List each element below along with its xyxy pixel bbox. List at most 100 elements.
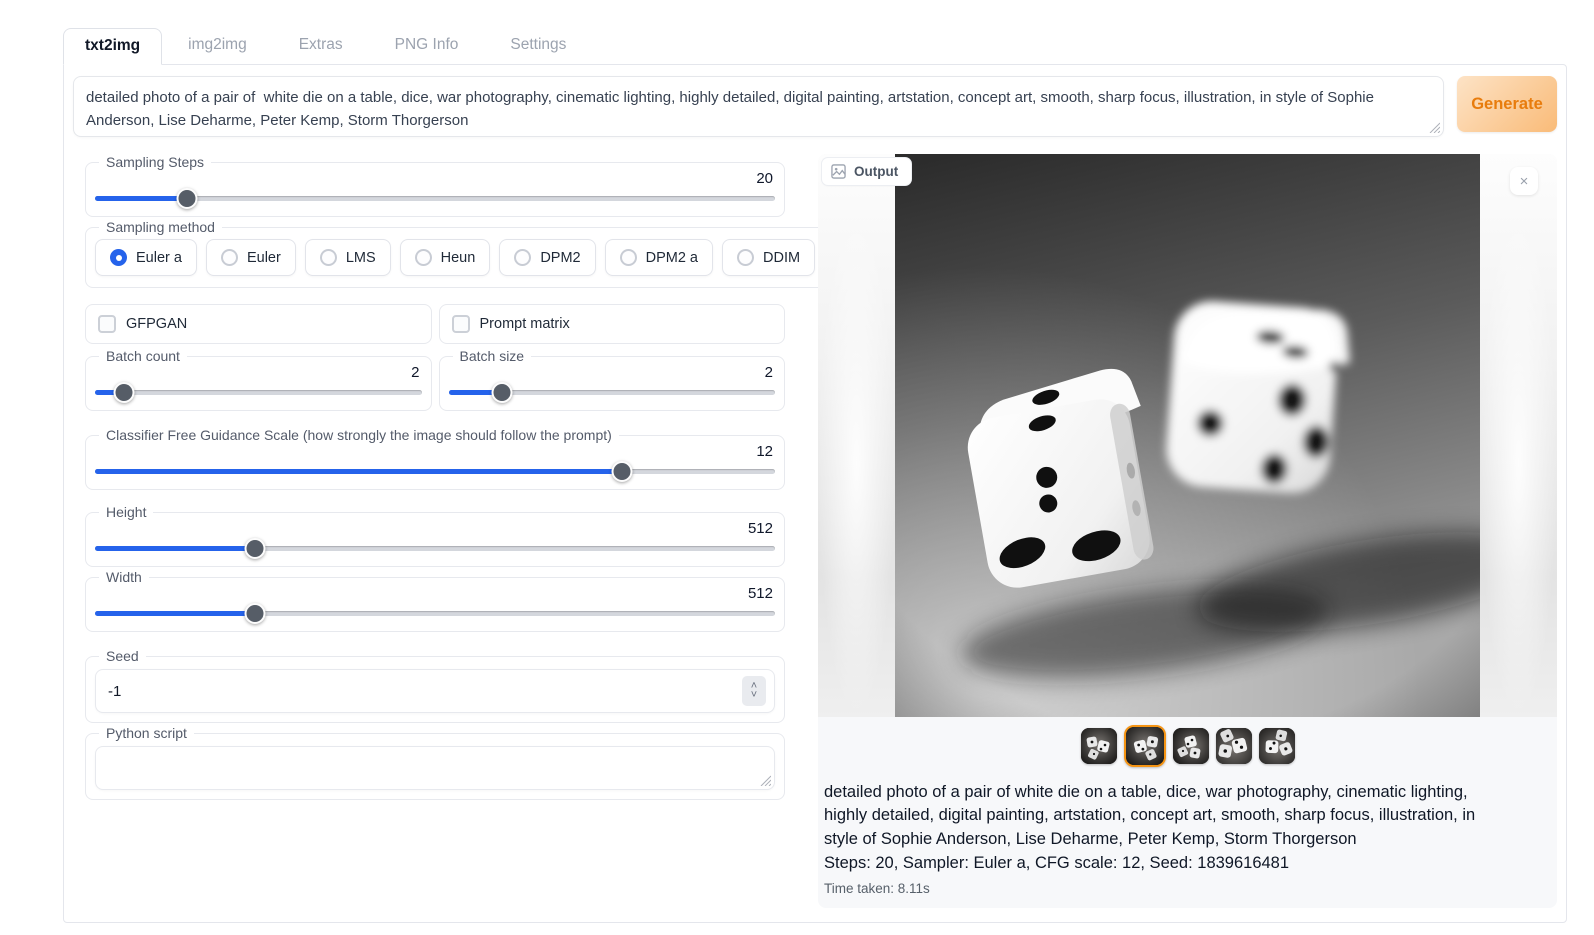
checkbox-label: GFPGAN (126, 316, 187, 332)
radio-icon (110, 249, 127, 266)
controls-column: Sampling Steps 20 Sampling method Euler … (73, 154, 797, 800)
tab-extras[interactable]: Extras (273, 28, 369, 64)
slider-handle[interactable] (612, 461, 633, 482)
width-slider[interactable] (95, 604, 775, 622)
checkbox-label: Prompt matrix (480, 316, 570, 332)
tab-png-info[interactable]: PNG Info (369, 28, 485, 64)
tab-bar: txt2img img2img Extras PNG Info Settings (63, 28, 1567, 64)
radio-dpm2-a[interactable]: DPM2 a (605, 239, 713, 276)
slider-handle[interactable] (244, 538, 265, 559)
stage-blur-right (1480, 154, 1557, 717)
prompt-input[interactable]: detailed photo of a pair of white die on… (74, 77, 1443, 131)
radio-label: DPM2 a (646, 250, 698, 266)
height-label: Height (99, 504, 153, 520)
radio-dpm2[interactable]: DPM2 (499, 239, 595, 276)
main-row: Sampling Steps 20 Sampling method Euler … (73, 154, 1557, 908)
radio-label: Euler (247, 250, 281, 266)
cfg-scale-group: Classifier Free Guidance Scale (how stro… (85, 427, 785, 490)
sampling-steps-slider[interactable] (95, 189, 775, 207)
toggles-row: GFPGAN Prompt matrix (85, 304, 785, 344)
radio-heun[interactable]: Heun (400, 239, 491, 276)
sampling-steps-group: Sampling Steps 20 (85, 154, 785, 217)
radio-icon (320, 249, 337, 266)
batch-count-group: Batch count 2 (85, 348, 432, 411)
gallery-thumbnail[interactable] (1081, 728, 1117, 764)
radio-label: LMS (346, 250, 376, 266)
resize-handle-icon[interactable] (1429, 122, 1440, 133)
batch-count-label: Batch count (99, 348, 187, 364)
seed-numberbox: ˄ ˅ (95, 669, 775, 713)
generate-button[interactable]: Generate (1457, 76, 1557, 132)
tab-txt2img[interactable]: txt2img (63, 28, 162, 65)
sampling-method-group: Sampling method Euler a Euler LMS (85, 219, 930, 288)
slider-handle[interactable] (492, 382, 513, 403)
slider-fill (95, 196, 187, 201)
radio-icon (514, 249, 531, 266)
tab-settings[interactable]: Settings (484, 28, 592, 64)
width-value: 512 (95, 585, 775, 604)
height-group: Height 512 (85, 504, 785, 567)
gallery-thumbnail[interactable] (1173, 728, 1209, 764)
sampling-steps-label: Sampling Steps (99, 154, 211, 170)
gallery-thumbnail[interactable] (1259, 728, 1295, 764)
sampling-method-label: Sampling method (99, 219, 222, 235)
radio-label: DDIM (763, 250, 800, 266)
output-label: Output (854, 164, 898, 179)
generated-image[interactable] (895, 154, 1480, 717)
sampling-steps-value: 20 (95, 170, 775, 189)
batch-size-group: Batch size 2 (439, 348, 786, 411)
close-icon[interactable]: × (1510, 167, 1538, 195)
batch-count-slider[interactable] (95, 383, 422, 401)
seed-input[interactable] (108, 683, 308, 700)
python-script-textbox (95, 746, 775, 790)
caption-time-taken: Time taken: 8.11s (824, 879, 1511, 898)
slider-fill (95, 546, 255, 551)
gallery-thumbnail[interactable] (1216, 728, 1252, 764)
output-panel: Output × (818, 154, 1557, 908)
tab-img2img[interactable]: img2img (162, 28, 273, 64)
radio-euler-a[interactable]: Euler a (95, 239, 197, 276)
batch-count-value: 2 (95, 364, 422, 383)
prompt-matrix-checkbox[interactable]: Prompt matrix (439, 304, 786, 344)
width-group: Width 512 (85, 569, 785, 632)
checkbox-icon (98, 315, 116, 333)
slider-handle[interactable] (176, 188, 197, 209)
slider-track[interactable] (95, 390, 422, 395)
radio-icon (221, 249, 238, 266)
seed-group: Seed ˄ ˅ (85, 648, 785, 723)
height-value: 512 (95, 520, 775, 539)
radio-label: Heun (441, 250, 476, 266)
slider-handle[interactable] (114, 382, 135, 403)
radio-icon (737, 249, 754, 266)
gallery-thumbnails (818, 724, 1557, 768)
radio-label: DPM2 (540, 250, 580, 266)
radio-icon (415, 249, 432, 266)
checkbox-icon (452, 315, 470, 333)
gallery-thumbnail[interactable] (1124, 725, 1166, 767)
image-stage (818, 154, 1557, 717)
width-label: Width (99, 569, 149, 585)
stepper-down-icon[interactable]: ˅ (751, 691, 757, 700)
height-slider[interactable] (95, 539, 775, 557)
seed-stepper[interactable]: ˄ ˅ (742, 676, 766, 706)
cfg-scale-slider[interactable] (95, 462, 775, 480)
caption-prompt: detailed photo of a pair of white die on… (824, 781, 1511, 851)
radio-icon (620, 249, 637, 266)
batch-size-slider[interactable] (449, 383, 776, 401)
generation-info: detailed photo of a pair of white die on… (818, 768, 1557, 908)
batch-size-value: 2 (449, 364, 776, 383)
app-window: txt2img img2img Extras PNG Info Settings… (63, 28, 1567, 923)
cfg-scale-value: 12 (95, 443, 775, 462)
seed-label: Seed (99, 648, 146, 664)
image-icon (831, 164, 846, 179)
cfg-scale-label: Classifier Free Guidance Scale (how stro… (99, 427, 619, 443)
sampling-method-options: Euler a Euler LMS Heun DPM2 (95, 235, 920, 278)
prompt-textbox: detailed photo of a pair of white die on… (73, 76, 1444, 137)
gfpgan-checkbox[interactable]: GFPGAN (85, 304, 432, 344)
radio-lms[interactable]: LMS (305, 239, 391, 276)
python-script-input[interactable] (96, 747, 774, 789)
radio-ddim[interactable]: DDIM (722, 239, 815, 276)
resize-handle-icon[interactable] (760, 775, 771, 786)
radio-euler[interactable]: Euler (206, 239, 296, 276)
slider-handle[interactable] (244, 603, 265, 624)
